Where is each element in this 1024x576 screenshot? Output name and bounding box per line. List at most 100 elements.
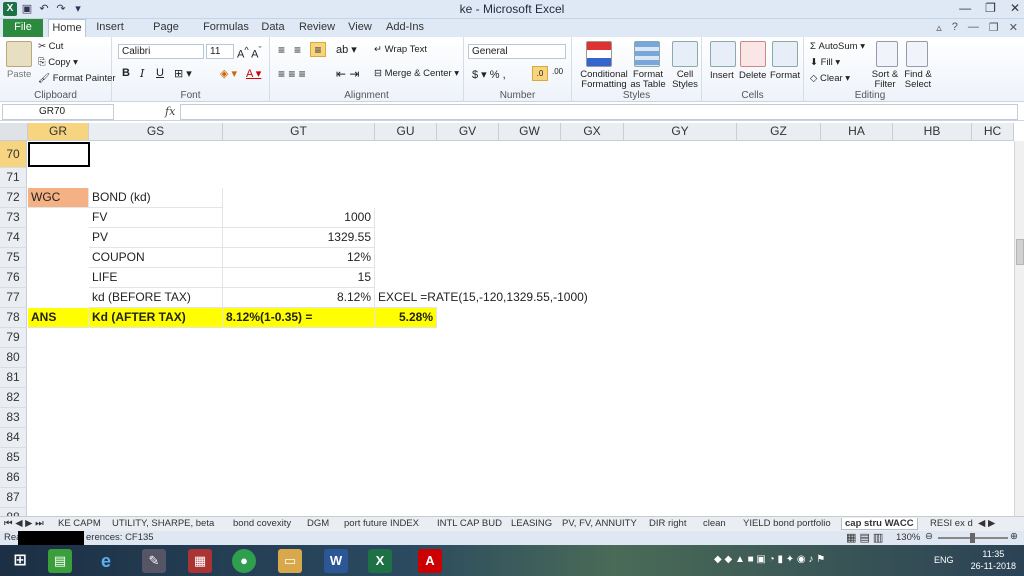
cut-button[interactable]: ✂ Cut	[38, 41, 63, 52]
column-header[interactable]: GZ	[737, 123, 821, 141]
language-indicator[interactable]: ENG	[934, 555, 954, 565]
zoom-in-icon[interactable]: ⊕	[1010, 531, 1018, 542]
autosum-button[interactable]: Σ AutoSum ▾	[810, 41, 865, 52]
cell-gs78[interactable]: Kd (AFTER TAX)	[89, 308, 223, 328]
insert-cells-icon[interactable]	[710, 41, 736, 67]
paste-button[interactable]: Paste	[7, 69, 31, 80]
sheet-tab[interactable]: UTILITY, SHARPE, beta	[112, 518, 214, 529]
restore-icon[interactable]: ❐	[985, 1, 996, 15]
vertical-scrollbar[interactable]	[1014, 141, 1024, 516]
row-header[interactable]: 84	[0, 428, 27, 448]
chrome-icon[interactable]: ●	[232, 549, 256, 573]
row-header[interactable]: 81	[0, 368, 27, 388]
cell-gu77[interactable]: EXCEL =RATE(15,-120,1329.55,-1000)	[375, 288, 588, 308]
clear-button[interactable]: ◇ Clear ▾	[810, 73, 850, 84]
cell-gr72[interactable]: WGC	[28, 188, 89, 208]
paste-icon[interactable]	[6, 41, 32, 67]
delete-cells-icon[interactable]	[740, 41, 766, 67]
font-name-select[interactable]: Calibri	[118, 44, 204, 59]
cell-gt75[interactable]: 12%	[223, 248, 375, 268]
cell-gs74[interactable]: PV	[89, 228, 223, 248]
bold-icon[interactable]: B	[122, 67, 130, 79]
format-table-button[interactable]: Format as Table	[628, 70, 668, 90]
align-middle-icon[interactable]: ≡	[294, 43, 301, 57]
sheet-tab[interactable]: clean	[703, 518, 726, 529]
workbook-minimize-icon[interactable]: —	[968, 21, 979, 34]
font-size-select[interactable]: 11	[206, 44, 234, 59]
row-header[interactable]: 77	[0, 288, 27, 308]
underline-icon[interactable]: U	[156, 67, 164, 79]
row-header[interactable]: 79	[0, 328, 27, 348]
increase-decimal-icon[interactable]: .0	[532, 66, 548, 81]
excel-taskbar-icon[interactable]: X	[368, 549, 392, 573]
cell-gu78[interactable]: 5.28%	[375, 308, 437, 328]
column-header[interactable]: GX	[561, 123, 624, 141]
column-header[interactable]: HA	[821, 123, 893, 141]
row-header[interactable]: 71	[0, 168, 27, 188]
row-header[interactable]: 73	[0, 208, 27, 228]
row-header[interactable]: 75	[0, 248, 27, 268]
cell-gt73[interactable]: 1000	[223, 208, 375, 228]
cell-gs72[interactable]: BOND (kd)	[89, 188, 223, 208]
cell-gt77[interactable]: 8.12%	[223, 288, 375, 308]
sheet-tab[interactable]: LEASING	[511, 518, 552, 529]
format-cells-icon[interactable]	[772, 41, 798, 67]
horizontal-scroll-arrows[interactable]: ◀ ▶	[978, 518, 995, 529]
column-header[interactable]: GS	[89, 123, 223, 141]
cell-gs73[interactable]: FV	[89, 208, 223, 228]
row-header[interactable]: 80	[0, 348, 27, 368]
italic-icon[interactable]: I	[140, 67, 144, 80]
store-icon[interactable]: ▤	[48, 549, 72, 573]
row-header[interactable]: 76	[0, 268, 27, 288]
select-all-corner[interactable]	[0, 123, 28, 141]
row-header[interactable]: 86	[0, 468, 27, 488]
fill-button[interactable]: ⬇ Fill ▾	[810, 57, 840, 68]
cell-styles-icon[interactable]	[672, 41, 698, 67]
currency-icon[interactable]: $ ▾ % ,	[472, 68, 506, 81]
sheet-tab[interactable]: bond covexity	[233, 518, 291, 529]
cell-styles-button[interactable]: Cell Styles	[670, 70, 700, 90]
sheet-tab[interactable]: INTL CAP BUD	[437, 518, 502, 529]
name-box[interactable]: GR70	[2, 104, 114, 120]
column-header[interactable]: HB	[893, 123, 972, 141]
sort-filter-icon[interactable]	[876, 41, 898, 67]
cell-gr78[interactable]: ANS	[28, 308, 89, 328]
acrobat-icon[interactable]: A	[418, 549, 442, 573]
tab-formulas[interactable]: Formulas	[203, 19, 249, 37]
row-header[interactable]: 87	[0, 488, 27, 508]
merge-center-button[interactable]: ⊟ Merge & Center ▾	[374, 68, 459, 79]
formula-input[interactable]	[180, 104, 1018, 120]
column-header[interactable]: GR	[28, 123, 89, 141]
close-icon[interactable]: ✕	[1010, 1, 1020, 15]
sheet-tab-active[interactable]: cap stru WACC	[841, 518, 918, 530]
column-header[interactable]: GY	[624, 123, 737, 141]
minimize-icon[interactable]: —	[959, 1, 971, 15]
tray-icons[interactable]: ◆ ◆ ▲ ■ ▣ ◔ ▮ ✦ ◉ ♪ ⚑	[714, 554, 825, 565]
scroll-thumb[interactable]	[1016, 239, 1024, 265]
sheet-tab[interactable]: PV, FV, ANNUITY	[562, 518, 637, 529]
sheet-tab[interactable]: DGM	[307, 518, 329, 529]
cell-gt78[interactable]: 8.12%(1-0.35) =	[223, 308, 375, 328]
windows-start-icon[interactable]: ⊞	[8, 549, 32, 573]
font-grow-icon[interactable]: A^ Aˇ	[237, 45, 262, 61]
format-painter-button[interactable]: 🖌 Format Painter	[38, 73, 116, 84]
active-cell[interactable]	[28, 142, 90, 167]
view-buttons[interactable]: ▦ ▤ ▥	[846, 531, 883, 544]
sheet-tab[interactable]: YIELD bond portfolio	[743, 518, 831, 529]
sheet-tab[interactable]: port future INDEX	[344, 518, 419, 529]
tab-home[interactable]: Home	[48, 19, 86, 37]
tab-view[interactable]: View	[345, 19, 375, 37]
row-header[interactable]: 83	[0, 408, 27, 428]
find-select-button[interactable]: Find & Select	[902, 70, 934, 90]
delete-cells-button[interactable]: Delete	[739, 70, 766, 81]
align-bottom-icon[interactable]: ≡	[310, 42, 326, 57]
row-header[interactable]: 78	[0, 308, 27, 328]
sort-filter-button[interactable]: Sort & Filter	[870, 70, 900, 90]
tab-review[interactable]: Review	[298, 19, 336, 37]
tab-data[interactable]: Data	[257, 19, 289, 37]
cell-gt76[interactable]: 15	[223, 268, 375, 288]
number-format-select[interactable]: General	[468, 44, 566, 59]
conditional-formatting-button[interactable]: Conditional Formatting	[576, 70, 632, 90]
insert-function-icon[interactable]: fx	[165, 105, 175, 118]
tab-page-layout[interactable]: Page Layout	[136, 19, 196, 50]
